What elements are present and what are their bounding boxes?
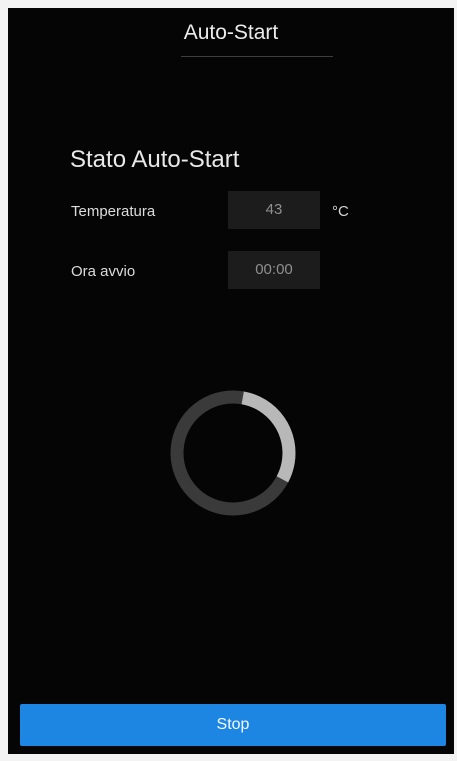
temperature-unit: °C <box>332 203 349 220</box>
temperature-value: 43 <box>228 191 320 229</box>
temperature-label: Temperatura <box>71 203 156 220</box>
spinner-arc <box>170 390 296 516</box>
header: Auto-Start <box>8 8 454 68</box>
title-underline <box>181 56 333 57</box>
auto-start-screen: Auto-Start Stato Auto-Start Temperatura … <box>8 8 454 754</box>
stop-button[interactable]: Stop <box>20 704 446 746</box>
page-title: Auto-Start <box>183 21 279 44</box>
loading-spinner <box>170 390 296 516</box>
start-time-value: 00:00 <box>228 251 320 289</box>
start-time-label: Ora avvio <box>71 263 136 280</box>
status-title: Stato Auto-Start <box>70 146 240 173</box>
